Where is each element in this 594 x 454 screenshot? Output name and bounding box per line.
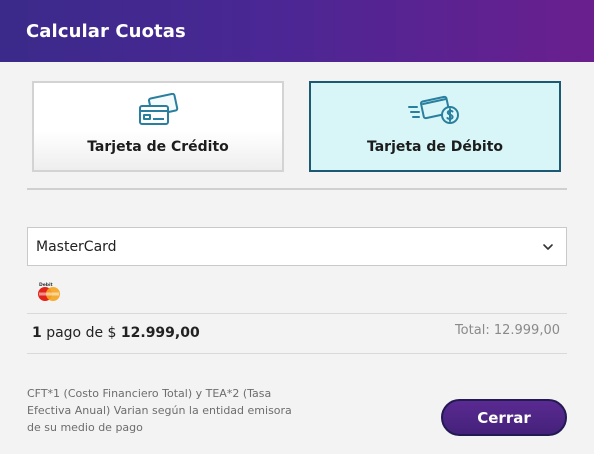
installment-amount: 12.999,00 [120,325,200,341]
installment-summary: 1 pago de $ 12.999,00 [32,325,200,341]
close-button[interactable]: Cerrar [441,399,567,436]
row-divider-top [27,313,567,314]
row-divider-bottom [27,353,567,354]
modal-header: Calcular Cuotas [0,0,594,62]
credit-card-icon [139,93,179,125]
financing-disclaimer: CFT*1 (Costo Financiero Total) y TEA*2 (… [27,387,292,434]
section-divider [27,188,567,190]
installment-count: 1 [32,325,42,341]
modal-title: Calcular Cuotas [26,20,186,42]
card-brand-select-value: MasterCard [36,238,117,255]
chevron-down-icon [543,243,553,250]
mastercard-debit-logo: Debit [38,282,60,301]
debit-card-label: Tarjeta de Débito [366,139,504,155]
debit-logo-text: Debit [39,282,54,288]
debit-card-payment-icon [408,95,459,124]
credit-card-option[interactable]: Tarjeta de Crédito [32,81,284,172]
card-brand-select[interactable]: MasterCard [27,227,567,266]
total-amount: Total: 12.999,00 [454,323,560,338]
debit-card-option[interactable]: Tarjeta de Débito [309,81,561,172]
installment-text: pago de $ [46,325,117,341]
credit-card-label: Tarjeta de Crédito [87,139,229,155]
